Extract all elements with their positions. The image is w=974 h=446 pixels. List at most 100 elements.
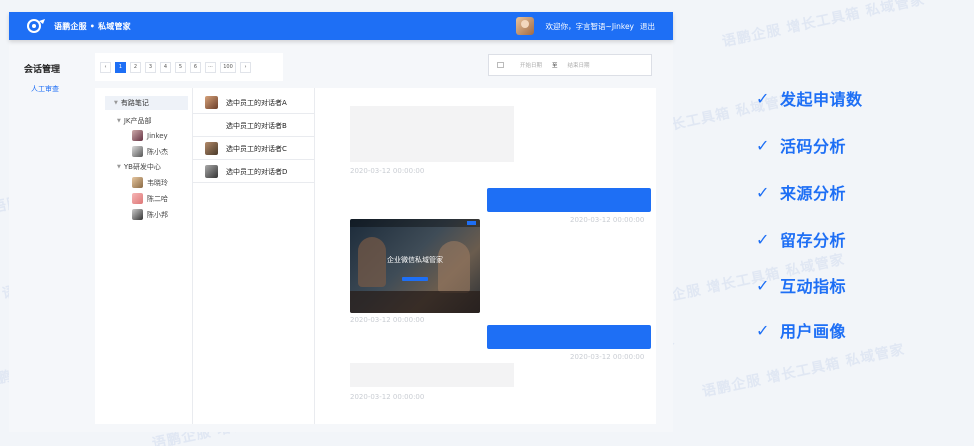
feature-label: 来源分析 <box>780 184 847 203</box>
welcome-text: 欢迎你，字言智语~Jinkey <box>545 21 634 31</box>
checkmark-icon: ✓ <box>756 320 770 340</box>
checkmark-icon: ✓ <box>756 182 770 202</box>
tree-group-label: JK产品部 <box>123 117 152 125</box>
tree-member[interactable]: 韦晓玲 <box>132 177 168 188</box>
tree-root-label: 有路笔记 <box>120 99 149 107</box>
conversation-label: 选中员工的对话者C <box>226 144 287 153</box>
page-button-4[interactable]: 4 <box>160 61 171 73</box>
main-panel: ▼ 有路笔记 ▼ JK产品部 Jinkey 陈小杰 ▼ YB研发中心 韦晓玲 陈… <box>95 88 656 424</box>
tree-member-label: Jinkey <box>147 131 168 140</box>
feature-item: ✓ 用户画像 <box>756 318 846 342</box>
avatar <box>205 119 218 132</box>
chevron-down-icon: ▼ <box>117 118 121 124</box>
page-button-5[interactable]: 5 <box>175 61 186 73</box>
user-area: 欢迎你，字言智语~Jinkey 退出 <box>515 12 655 40</box>
checkmark-icon: ✓ <box>756 275 770 295</box>
checkmark-icon: ✓ <box>756 229 770 249</box>
start-date-input[interactable]: 开始日期 <box>520 61 542 69</box>
checkmark-icon: ✓ <box>756 88 770 108</box>
tree-group-yb[interactable]: ▼ YB研发中心 <box>117 162 161 172</box>
feature-item: ✓ 留存分析 <box>756 227 846 251</box>
tree-root[interactable]: ▼ 有路笔记 <box>105 96 188 110</box>
image-message[interactable]: 企业微信私域管家 <box>350 219 480 313</box>
app-window: 语鹏企服 • 私域管家 欢迎你，字言智语~Jinkey 退出 会话管理 人工审查… <box>9 12 673 432</box>
tree-group-label: YB研发中心 <box>123 163 161 171</box>
page-button-2[interactable]: 2 <box>130 61 141 73</box>
incoming-message-bubble <box>350 106 514 162</box>
image-cta <box>402 277 428 281</box>
message-timestamp: 2020-03-12 00:00:00 <box>350 316 425 324</box>
next-page-button[interactable]: › <box>240 61 251 73</box>
list-item[interactable]: 选中员工的对话者C <box>193 138 315 160</box>
org-tree: ▼ 有路笔记 ▼ JK产品部 Jinkey 陈小杰 ▼ YB研发中心 韦晓玲 陈… <box>95 88 193 424</box>
feature-label: 互动指标 <box>780 277 847 296</box>
avatar <box>132 209 143 220</box>
top-navbar: 语鹏企服 • 私域管家 欢迎你，字言智语~Jinkey 退出 <box>9 12 673 40</box>
avatar <box>205 142 218 155</box>
sidebar-item-manual-review[interactable]: 人工审查 <box>31 84 59 94</box>
tree-member-label: 陈小邦 <box>147 210 168 219</box>
list-item[interactable]: 选中员工的对话者B <box>193 115 315 137</box>
feature-label: 活码分析 <box>780 137 847 156</box>
chat-window: 2020-03-12 00:00:00 2020-03-12 00:00:00 … <box>316 88 656 424</box>
tree-member-label: 韦晓玲 <box>147 178 168 187</box>
message-timestamp: 2020-03-12 00:00:00 <box>350 393 425 401</box>
list-item[interactable]: 选中员工的对话者D <box>193 161 315 183</box>
feature-item: ✓ 发起申请数 <box>756 86 863 110</box>
logout-link[interactable]: 退出 <box>640 21 655 32</box>
feature-item: ✓ 互动指标 <box>756 273 846 297</box>
avatar <box>205 165 218 178</box>
image-title: 企业微信私域管家 <box>387 256 443 264</box>
feature-item: ✓ 来源分析 <box>756 180 846 204</box>
avatar <box>205 96 218 109</box>
conversation-label: 选中员工的对话者B <box>226 121 287 130</box>
incoming-message-bubble <box>350 363 514 387</box>
watermark: 语鹏企服 增长工具箱 私域管家 <box>720 0 927 51</box>
message-timestamp: 2020-03-12 00:00:00 <box>570 216 645 224</box>
pagination: ‹ 1 2 3 4 5 6 ··· 100 › <box>95 53 283 81</box>
date-separator: 至 <box>552 63 558 69</box>
conversation-list: 选中员工的对话者A 选中员工的对话者B 选中员工的对话者C 选中员工的对话者D <box>193 88 315 424</box>
chevron-down-icon: ▼ <box>114 100 118 106</box>
checkmark-icon: ✓ <box>756 135 770 155</box>
feature-label: 发起申请数 <box>780 90 863 109</box>
avatar <box>132 130 143 141</box>
watermark: 语鹏企服 增长工具箱 私域管家 <box>700 341 907 401</box>
brand-logo-icon <box>27 19 45 33</box>
avatar <box>132 193 143 204</box>
conversation-label: 选中员工的对话者D <box>226 167 288 176</box>
tree-group-jk[interactable]: ▼ JK产品部 <box>117 116 152 126</box>
tree-member[interactable]: 陈小邦 <box>132 209 168 220</box>
page-ellipsis[interactable]: ··· <box>205 61 216 73</box>
avatar <box>132 177 143 188</box>
chevron-down-icon: ▼ <box>117 164 121 170</box>
tree-member[interactable]: 陈二哈 <box>132 193 168 204</box>
outgoing-message-bubble <box>487 325 651 349</box>
image-header-bar <box>350 219 480 227</box>
date-range-picker[interactable]: 开始日期 至 结束日期 <box>488 54 652 76</box>
image-table <box>350 291 480 313</box>
message-timestamp: 2020-03-12 00:00:00 <box>570 353 645 361</box>
feature-item: ✓ 活码分析 <box>756 133 846 157</box>
tree-member[interactable]: Jinkey <box>132 130 168 141</box>
conversation-label: 选中员工的对话者A <box>226 98 287 107</box>
image-figure <box>438 241 470 293</box>
tree-member-label: 陈二哈 <box>147 194 168 203</box>
tree-member[interactable]: 陈小杰 <box>132 146 168 157</box>
sidebar-title: 会话管理 <box>24 65 61 75</box>
list-item[interactable]: 选中员工的对话者A <box>193 92 315 114</box>
user-avatar[interactable] <box>515 17 534 35</box>
image-header-button <box>467 221 476 225</box>
tree-member-label: 陈小杰 <box>147 147 168 156</box>
end-date-input[interactable]: 结束日期 <box>568 61 590 69</box>
page-button-3[interactable]: 3 <box>145 61 156 73</box>
page-button-6[interactable]: 6 <box>190 61 201 73</box>
calendar-icon <box>497 62 504 68</box>
message-timestamp: 2020-03-12 00:00:00 <box>350 167 425 175</box>
page-button-1[interactable]: 1 <box>115 61 126 73</box>
feature-label: 用户画像 <box>780 322 847 341</box>
prev-page-button[interactable]: ‹ <box>100 61 111 73</box>
page-button-100[interactable]: 100 <box>220 61 236 73</box>
brand-name: 语鹏企服 • 私域管家 <box>54 21 131 31</box>
feature-label: 留存分析 <box>780 231 847 250</box>
